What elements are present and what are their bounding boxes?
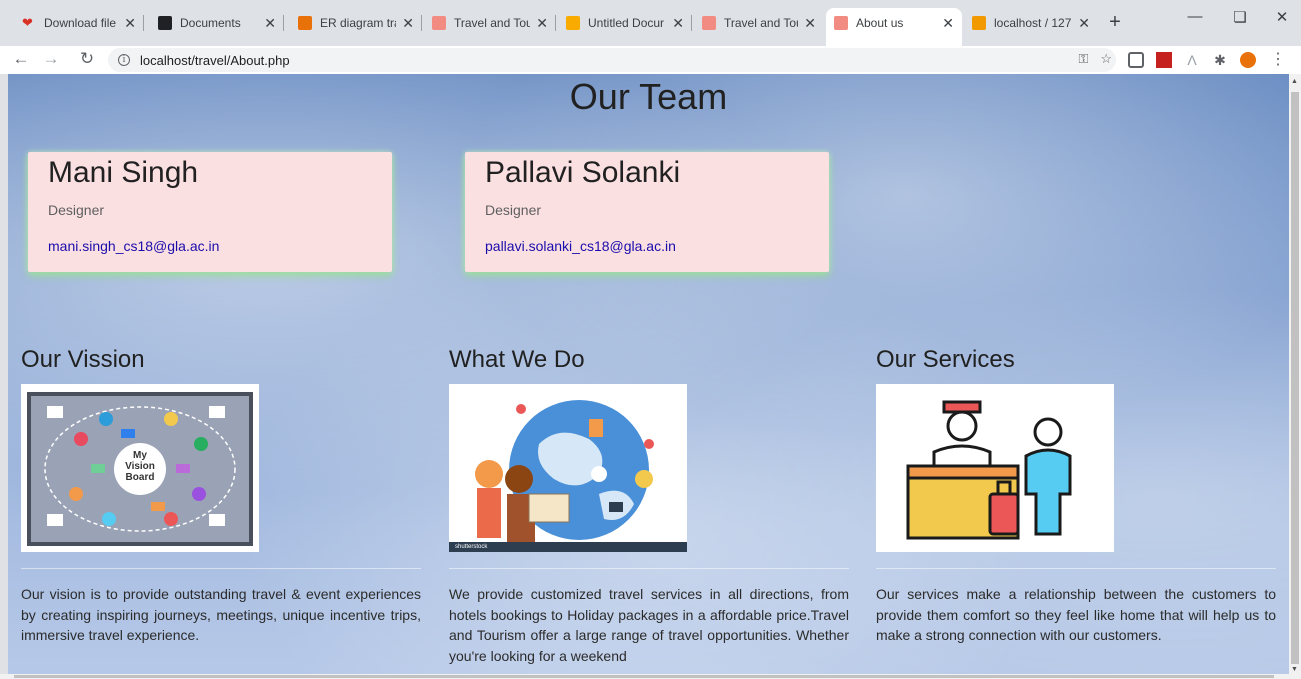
close-icon[interactable]: ✕ xyxy=(1078,15,1090,32)
close-icon[interactable]: ✕ xyxy=(402,15,414,32)
tab-title: Download file xyxy=(44,16,117,30)
section-text: We provide customized travel services in… xyxy=(449,586,849,664)
tab-title: ER diagram tra xyxy=(320,16,397,30)
tab-download-file[interactable]: ❤ Download file ✕ xyxy=(14,8,144,38)
phpmyadmin-icon xyxy=(972,16,986,30)
close-icon[interactable]: ✕ xyxy=(942,15,954,32)
menu-icon[interactable]: ⋮ xyxy=(1270,52,1286,68)
vision-board-image: My Vision Board xyxy=(21,384,259,552)
section-what-we-do: What We Do shutterstock We provide custo… xyxy=(449,346,849,666)
tab-untitled-document[interactable]: Untitled Docur ✕ xyxy=(558,8,692,38)
key-icon[interactable]: ⚿ xyxy=(1078,51,1088,67)
back-button[interactable]: ← xyxy=(10,49,32,71)
tab-travel-tourism-2[interactable]: Travel and Tou ✕ xyxy=(694,8,824,38)
section-heading: What We Do xyxy=(449,346,585,373)
team-card: Mani Singh Designer mani.singh_cs18@gla.… xyxy=(28,152,392,272)
window-close-button[interactable]: ✕ xyxy=(1267,8,1297,26)
member-email[interactable]: pallavi.solanki_cs18@gla.ac.in xyxy=(485,238,809,254)
close-icon[interactable]: ✕ xyxy=(536,15,548,32)
hotel-reception-image xyxy=(876,384,1114,552)
xampp-icon xyxy=(432,16,446,30)
reload-button[interactable]: ↻ xyxy=(76,49,98,71)
horizontal-scrollbar[interactable] xyxy=(0,674,1289,679)
tab-title: About us xyxy=(856,16,904,30)
member-name: Mani Singh xyxy=(48,156,199,189)
tab-about-us[interactable]: About us ✕ xyxy=(826,8,962,46)
forward-button[interactable]: → xyxy=(40,49,62,71)
close-icon[interactable]: ✕ xyxy=(804,15,816,32)
star-icon[interactable]: ☆ xyxy=(1100,51,1112,67)
url-text: localhost/travel/About.php xyxy=(140,52,290,68)
new-tab-button[interactable]: + xyxy=(1104,12,1126,34)
restore-button[interactable]: ❏ xyxy=(1225,8,1255,26)
extension-a-icon[interactable]: Λ xyxy=(1184,52,1200,68)
section-vision: Our Vission My Vision Board Our vision i… xyxy=(21,346,421,646)
tab-title: Untitled Docur xyxy=(588,16,665,30)
close-icon[interactable]: ✕ xyxy=(124,15,136,32)
vision-board-label: My Vision Board xyxy=(125,450,155,483)
diagram-app-icon xyxy=(298,16,312,30)
tab-title: Documents xyxy=(180,16,241,30)
close-icon[interactable]: ✕ xyxy=(264,15,276,32)
document-icon xyxy=(566,16,580,30)
scrollbar-thumb[interactable] xyxy=(1291,92,1299,664)
extension-red-icon[interactable] xyxy=(1156,52,1172,68)
section-heading: Our Services xyxy=(876,346,1015,373)
heart-icon: ❤ xyxy=(22,15,33,30)
browser-toolbar: ← → ↻ i localhost/travel/About.php ⚿ ☆ Λ… xyxy=(0,46,1301,74)
tab-strip: ❤ Download file ✕ Documents ✕ ER diagram… xyxy=(0,0,1301,46)
tab-title: localhost / 127 xyxy=(994,16,1072,30)
image-watermark: shutterstock xyxy=(455,544,488,550)
close-icon[interactable]: ✕ xyxy=(672,15,684,32)
travel-globe-image: shutterstock xyxy=(449,384,687,552)
puzzle-icon[interactable]: ✱ xyxy=(1212,52,1228,68)
tab-documents[interactable]: Documents ✕ xyxy=(150,8,284,38)
info-icon[interactable]: i xyxy=(118,54,130,66)
member-role: Designer xyxy=(485,202,542,218)
minimize-button[interactable]: — xyxy=(1180,8,1210,25)
tab-title: Travel and Tou xyxy=(724,16,799,30)
xampp-icon xyxy=(834,16,848,30)
member-role: Designer xyxy=(48,202,105,218)
tab-title: Travel and Tou xyxy=(454,16,531,30)
section-text: Our vision is to provide outstanding tra… xyxy=(21,586,421,643)
profile-avatar[interactable] xyxy=(1240,52,1256,68)
team-card: Pallavi Solanki Designer pallavi.solanki… xyxy=(465,152,829,272)
team-title: Our Team xyxy=(569,76,728,117)
tab-travel-tourism-1[interactable]: Travel and Tou ✕ xyxy=(424,8,556,38)
section-text: Our services make a relationship between… xyxy=(876,586,1276,643)
document-app-icon xyxy=(158,16,172,30)
address-bar[interactable]: i localhost/travel/About.php ⚿ ☆ xyxy=(108,48,1116,72)
camera-icon[interactable] xyxy=(1128,52,1144,68)
tab-er-diagram[interactable]: ER diagram tra ✕ xyxy=(290,8,422,38)
tab-localhost-phpmyadmin[interactable]: localhost / 127 ✕ xyxy=(964,8,1098,38)
vertical-scrollbar[interactable]: ▲ ▼ xyxy=(1289,74,1301,679)
page-content: Our Team Mani Singh Designer mani.singh_… xyxy=(8,74,1289,679)
section-heading: Our Vission xyxy=(21,346,145,373)
xampp-icon xyxy=(702,16,716,30)
member-email[interactable]: mani.singh_cs18@gla.ac.in xyxy=(48,238,372,254)
section-services: Our Services Our services make a relatio… xyxy=(876,346,1276,646)
member-name: Pallavi Solanki xyxy=(485,156,681,189)
